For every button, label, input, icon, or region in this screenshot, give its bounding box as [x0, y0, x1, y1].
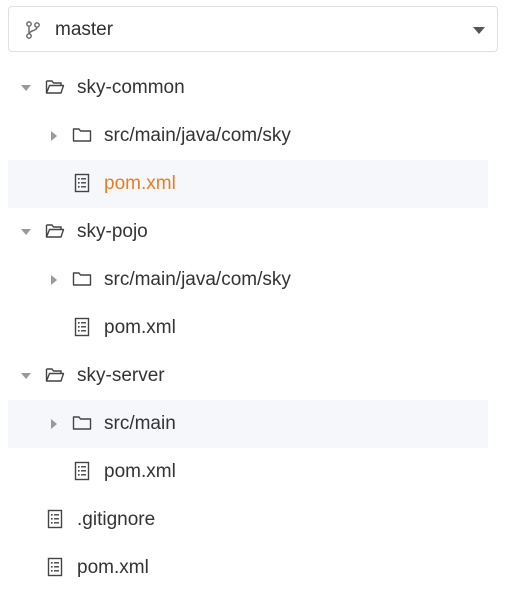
- branch-name: master: [55, 19, 114, 40]
- tree-node-label: pom.xml: [104, 173, 176, 194]
- tree-node-pom-xml[interactable]: pom.xml: [0, 544, 506, 592]
- folder-icon: [72, 416, 92, 430]
- tree-node-src-main-java-com-sky[interactable]: src/main/java/com/sky: [0, 112, 506, 160]
- tree-node-label: pom.xml: [104, 317, 176, 338]
- tree-node-pom-xml[interactable]: pom.xml: [0, 160, 506, 208]
- file-text-icon: [47, 557, 63, 577]
- branch-select[interactable]: master: [8, 6, 498, 52]
- tree-node-label: pom.xml: [104, 461, 176, 482]
- caret-right-icon[interactable]: [48, 130, 60, 142]
- git-branch-icon: [26, 21, 40, 39]
- tree-node-sky-server[interactable]: sky-server: [0, 352, 506, 400]
- tree-node-label: sky-pojo: [77, 221, 148, 242]
- file-text-icon: [74, 173, 90, 193]
- caret-right-icon[interactable]: [48, 418, 60, 430]
- folder-open-icon: [45, 80, 65, 94]
- tree-node-src-main[interactable]: src/main: [0, 400, 506, 448]
- tree-node-label: sky-common: [77, 77, 185, 98]
- file-tree-panel: master sky-common src/main/java/com/sky …: [0, 0, 506, 614]
- tree-node-sky-pojo[interactable]: sky-pojo: [0, 208, 506, 256]
- caret-right-icon[interactable]: [48, 274, 60, 286]
- folder-icon: [72, 128, 92, 142]
- tree-node-label: pom.xml: [77, 557, 149, 578]
- tree-node-label: src/main: [104, 413, 176, 434]
- folder-icon: [72, 272, 92, 286]
- tree-node-src-main-java-com-sky[interactable]: src/main/java/com/sky: [0, 256, 506, 304]
- tree-node-sky-common[interactable]: sky-common: [0, 64, 506, 112]
- caret-down-icon[interactable]: [20, 82, 32, 94]
- file-text-icon: [47, 509, 63, 529]
- tree-node-pom-xml[interactable]: pom.xml: [0, 448, 506, 496]
- folder-open-icon: [45, 368, 65, 382]
- file-text-icon: [74, 317, 90, 337]
- caret-down-icon[interactable]: [20, 370, 32, 382]
- tree-node-label: sky-server: [77, 365, 165, 386]
- caret-down-icon[interactable]: [20, 226, 32, 238]
- tree-node-label: src/main/java/com/sky: [104, 125, 291, 146]
- file-tree: sky-common src/main/java/com/sky pom.xml…: [0, 64, 506, 592]
- tree-node-gitignore[interactable]: .gitignore: [0, 496, 506, 544]
- tree-node-pom-xml[interactable]: pom.xml: [0, 304, 506, 352]
- folder-open-icon: [45, 224, 65, 238]
- file-text-icon: [74, 461, 90, 481]
- tree-node-label: src/main/java/com/sky: [104, 269, 291, 290]
- caret-down-icon: [473, 27, 485, 34]
- tree-node-label: .gitignore: [77, 509, 156, 530]
